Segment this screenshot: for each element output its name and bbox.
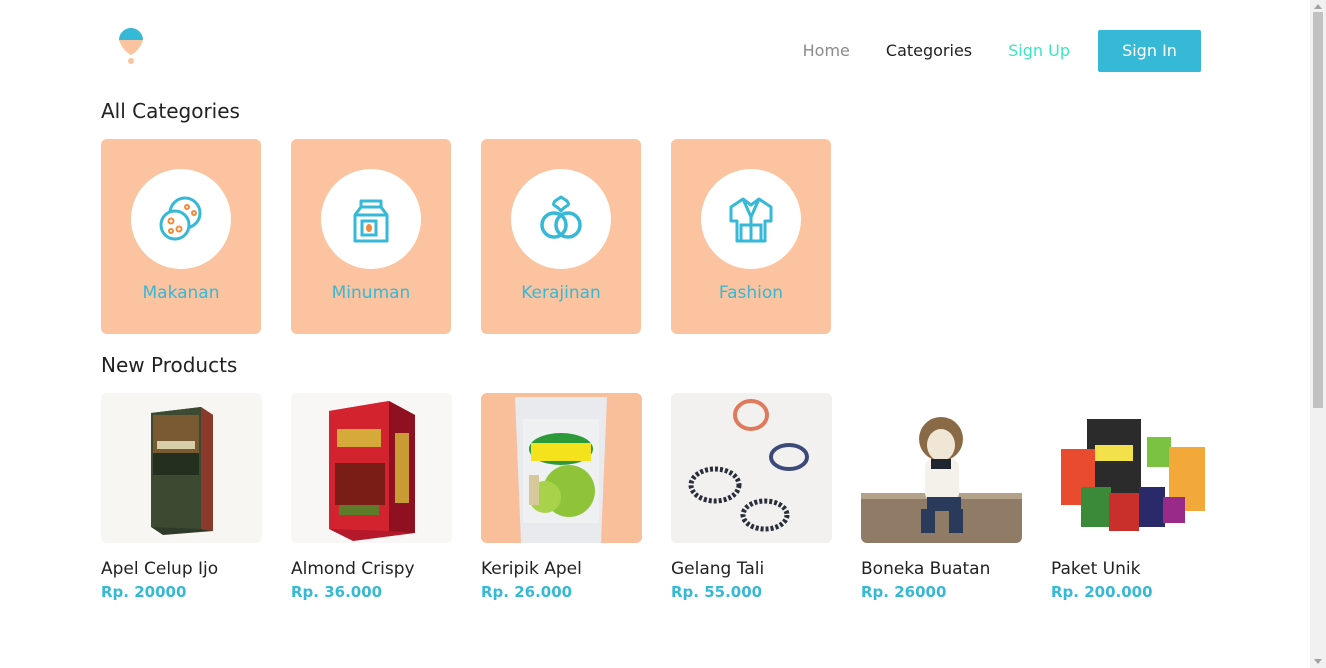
product-image-apple-chips xyxy=(481,393,642,543)
product-image-snack-box xyxy=(291,393,452,543)
categories-title: All Categories xyxy=(101,99,240,123)
product-price: Rp. 200.000 xyxy=(1051,583,1153,601)
product-price: Rp. 36.000 xyxy=(291,583,383,601)
product-name: Keripik Apel xyxy=(481,559,582,579)
product-card[interactable]: Almond Crispy Rp. 36.000 xyxy=(291,393,452,601)
category-icon-circle xyxy=(321,169,421,269)
rings-icon xyxy=(540,195,582,239)
page-scrollbar[interactable] xyxy=(1310,0,1326,668)
scrollbar-thumb[interactable] xyxy=(1313,12,1323,408)
nav-home-link[interactable]: Home xyxy=(803,41,850,60)
product-card[interactable]: Boneka Buatan Rp. 26000 xyxy=(861,393,1022,601)
balloon-icon xyxy=(119,28,143,64)
product-image-bracelets xyxy=(671,393,832,543)
category-label: Makanan xyxy=(142,283,220,303)
product-card[interactable]: Gelang Tali Rp. 55.000 xyxy=(671,393,832,601)
product-name: Almond Crispy xyxy=(291,559,415,579)
product-price: Rp. 55.000 xyxy=(671,583,763,601)
scroll-up-arrow-icon[interactable] xyxy=(1314,4,1322,9)
category-card-kerajinan[interactable]: Kerajinan xyxy=(481,139,641,334)
brand-logo[interactable] xyxy=(116,28,146,68)
sign-up-link[interactable]: Sign Up xyxy=(1008,41,1070,60)
product-card[interactable]: Paket Unik Rp. 200.000 xyxy=(1051,393,1212,601)
product-name: Paket Unik xyxy=(1051,559,1141,579)
category-icon-circle xyxy=(511,169,611,269)
products-title: New Products xyxy=(101,353,238,377)
nav-categories-link[interactable]: Categories xyxy=(886,41,972,60)
product-name: Apel Celup Ijo xyxy=(101,559,219,579)
category-icon-circle xyxy=(701,169,801,269)
product-card[interactable]: Apel Celup Ijo Rp. 20000 xyxy=(101,393,262,601)
jacket-icon xyxy=(729,197,773,243)
product-price: Rp. 20000 xyxy=(101,583,187,601)
cookie-icon xyxy=(159,196,202,241)
category-card-minuman[interactable]: Minuman xyxy=(291,139,451,334)
product-image-snack-bundle xyxy=(1051,393,1212,543)
category-card-fashion[interactable]: Fashion xyxy=(671,139,831,334)
category-label: Fashion xyxy=(718,283,784,303)
milk-carton-icon xyxy=(353,199,389,243)
category-label: Kerajinan xyxy=(521,283,601,303)
product-image-doll xyxy=(861,393,1022,543)
product-name: Boneka Buatan xyxy=(861,559,991,579)
product-price: Rp. 26000 xyxy=(861,583,947,601)
product-name: Gelang Tali xyxy=(671,559,765,579)
category-card-makanan[interactable]: Makanan xyxy=(101,139,261,334)
category-label: Minuman xyxy=(331,283,411,303)
category-icon-circle xyxy=(131,169,231,269)
product-price: Rp. 26.000 xyxy=(481,583,573,601)
sign-in-button[interactable]: Sign In xyxy=(1098,29,1201,72)
scroll-down-arrow-icon[interactable] xyxy=(1314,659,1322,664)
product-image-tea-box xyxy=(101,393,262,543)
product-card[interactable]: Keripik Apel Rp. 26.000 xyxy=(481,393,642,601)
top-nav: Home Categories Sign Up Sign In xyxy=(767,29,1201,72)
